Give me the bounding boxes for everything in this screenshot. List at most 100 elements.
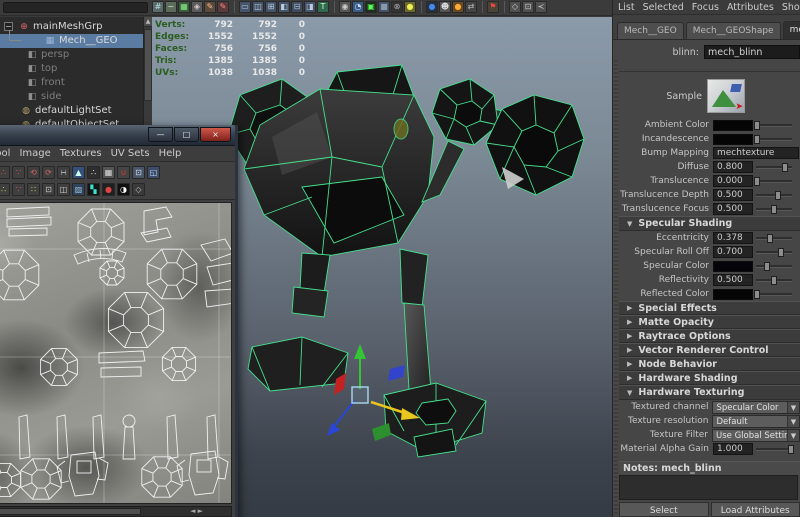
uv-menu-item[interactable]: Tool [0,148,10,159]
node-tab[interactable]: Mech__GEOShape [686,22,781,39]
flip-u-icon[interactable]: ∴ [0,166,10,179]
all-lights-icon[interactable]: ● [426,1,438,13]
layout-shells-icon[interactable]: ⊡ [132,166,145,179]
collapsed-section-header[interactable]: ▶ Raytrace Options [619,329,800,343]
menu-item[interactable]: Selected [643,2,684,13]
section-specular-shading[interactable]: ▼ Specular Shading [619,216,800,231]
texture-image-icon[interactable]: ▲ [72,166,85,179]
brush-tool-icon[interactable]: ✎ [217,1,229,13]
four-pane-layout-icon[interactable]: ⊞ [265,1,277,13]
collapsed-section-header[interactable]: ▶ Node Behavior [619,357,800,371]
snap-curve-icon[interactable]: ~ [165,1,177,13]
split-pane-icon[interactable]: ⊟ [291,1,303,13]
color-swatch[interactable] [713,261,753,272]
attribute-slider[interactable] [756,246,792,258]
action-button[interactable]: Load Attributes [711,502,800,517]
attribute-slider[interactable] [756,288,792,300]
outliner-pane-icon[interactable]: ◧ [278,1,290,13]
outliner-item[interactable]: ◧ top [0,62,152,76]
alpha-display-icon[interactable]: ◑ [117,183,130,196]
attribute-slider[interactable] [756,189,792,201]
key-ball-icon[interactable]: ● [452,1,464,13]
outliner-item[interactable]: ◧ front [0,76,152,90]
uv-window-titlebar[interactable]: — □ × [0,125,235,146]
uv-menu-item[interactable]: Help [159,148,182,159]
collapsed-section-header[interactable]: ▶ Hardware Shading [619,371,800,385]
attribute-slider[interactable] [756,274,792,286]
paste-uv-icon[interactable]: ◫ [57,183,70,196]
make-live-icon[interactable]: ◈ [191,1,203,13]
uv-menu-item[interactable]: UV Sets [111,148,150,159]
value-field[interactable]: 0.500 [713,274,753,286]
value-field[interactable]: 0.800 [713,161,753,173]
attribute-slider[interactable] [756,133,792,145]
scrollbar-thumb[interactable] [144,29,152,101]
node-tab[interactable]: Mech__GEO [617,22,684,39]
playback-range-icon[interactable]: ⇄ [465,1,477,13]
highlight-selection-icon[interactable]: ▣ [365,1,377,13]
shader-magnet-icon[interactable]: ∪ [117,166,130,179]
outliner-item[interactable]: − ⊕ mainMeshGrp [0,20,152,34]
section-hardware-texturing[interactable]: ▼ Hardware Texturing [619,385,800,400]
rotate-uv-ccw-icon[interactable]: ⟲ [27,166,40,179]
stack-shells-icon[interactable]: ∷ [27,183,40,196]
value-field[interactable]: 1.000 [713,443,753,455]
outliner-item[interactable]: ◍ defaultLightSet [0,104,152,118]
dropdown[interactable]: Specular Color ▼ [712,401,800,414]
uv-horizontal-scrollbar[interactable]: ◄ ► [0,506,232,517]
single-pane-layout-icon[interactable]: ▭ [239,1,251,13]
soft-mod-icon[interactable]: ◇ [509,1,521,13]
character-set-icon[interactable]: ☻ [439,1,451,13]
menu-item[interactable]: List [618,2,635,13]
minimize-button[interactable]: — [148,127,173,142]
scrollbar-up-arrow-icon[interactable]: ▲ [144,17,152,27]
two-pane-layout-icon[interactable]: ◫ [252,1,264,13]
outliner-item[interactable]: ▦ Mech__GEO [0,34,152,48]
attribute-slider[interactable] [756,161,792,173]
uv-menu-item[interactable]: Textures [60,148,102,159]
auto-keyframe-icon[interactable]: ⚑ [487,1,499,13]
checker-map-icon[interactable]: ▚ [87,183,100,196]
collapsed-section-header[interactable]: ▶ Matte Opacity [619,315,800,329]
align-u-icon[interactable]: ∴ [0,183,10,196]
textured-mode-icon[interactable]: ■ [378,1,390,13]
outliner-item[interactable]: ◧ persp [0,48,152,62]
paint-select-icon[interactable]: ◔ [352,1,364,13]
node-name-field[interactable] [704,45,800,59]
uv-editor-pane-icon[interactable]: T [317,1,329,13]
copy-uv-icon[interactable]: ⊡ [42,183,55,196]
attribute-slider[interactable] [756,443,792,455]
material-sample-swatch[interactable]: ➤ [707,79,745,113]
menu-item[interactable]: Attributes [727,2,774,13]
shell-border-icon[interactable]: ◇ [132,183,145,196]
menu-item[interactable]: Show [782,2,800,13]
value-field[interactable]: 0.700 [713,246,753,258]
collapsed-section-header[interactable]: ▶ Vector Renderer Control [619,343,800,357]
value-field[interactable]: 0.500 [713,189,753,201]
collapsed-section-header[interactable]: ▶ Special Effects [619,301,800,315]
hypershade-icon[interactable]: ▦ [178,1,190,13]
value-field[interactable]: 0.378 [713,232,753,244]
attribute-slider[interactable] [756,175,792,187]
attribute-slider[interactable] [756,232,792,244]
wireframe-on-shaded-icon[interactable]: ⊗ [391,1,403,13]
uv-menu-item[interactable]: Image [19,148,50,159]
texture-name-field[interactable]: mechtexture [713,147,799,159]
dropdown[interactable]: Use Global Settings ▼ [712,429,800,442]
dim-image-icon[interactable]: ∴ [87,166,100,179]
value-field[interactable]: 0.000 [713,175,753,187]
hypergraph-icon[interactable]: ◉ [339,1,351,13]
notes-area[interactable] [619,475,798,500]
close-button[interactable]: × [200,127,231,142]
align-v-icon[interactable]: ∵ [12,183,25,196]
maximize-button[interactable]: □ [174,127,199,142]
attribute-slider[interactable] [756,119,792,131]
outliner-item[interactable]: ◧ side [0,90,152,104]
color-swatch[interactable] [713,289,753,300]
display-grid-icon[interactable]: ▦ [102,166,115,179]
duplicate-icon[interactable]: ⊡ [522,1,534,13]
attribute-slider[interactable] [756,260,792,272]
paint-effects-icon[interactable]: ✎ [204,1,216,13]
hypershade-pane-icon[interactable]: ◨ [304,1,316,13]
snap-uv-icon[interactable]: ∺ [57,166,70,179]
